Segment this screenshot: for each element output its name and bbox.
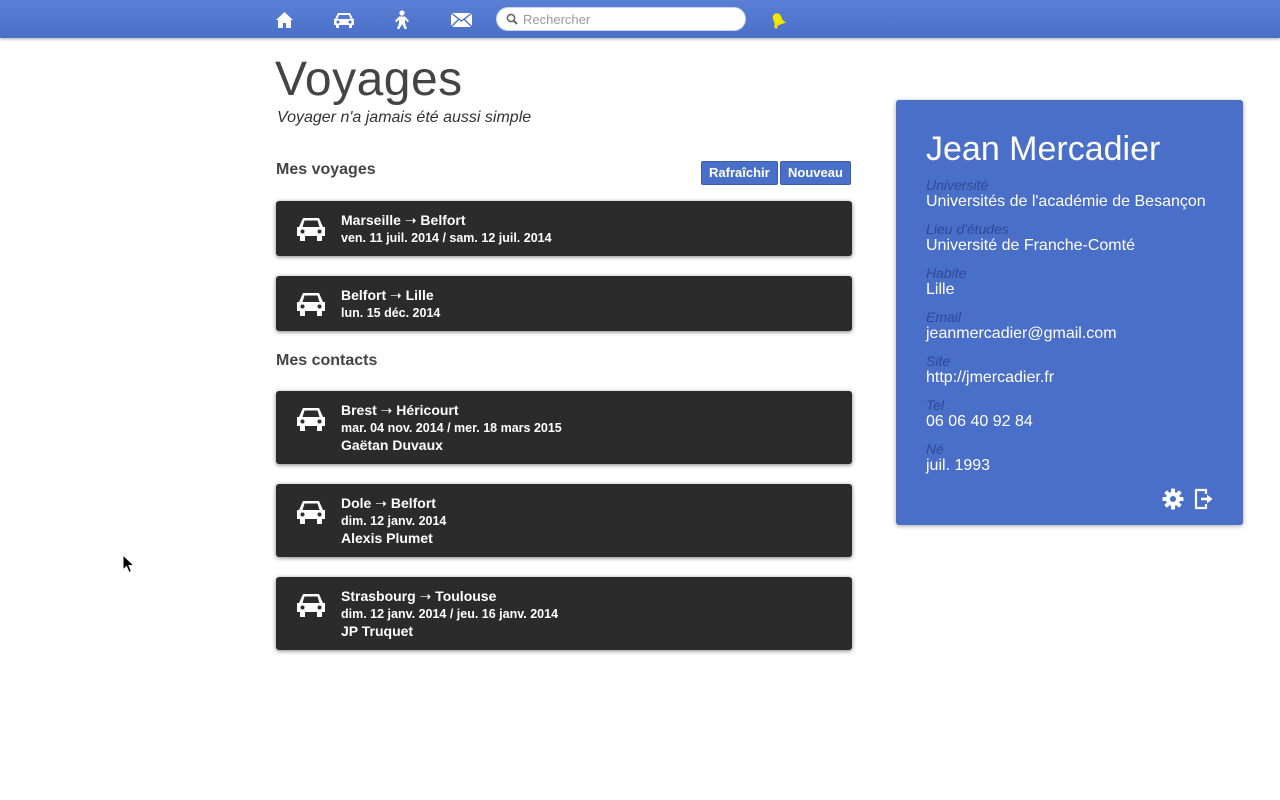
site-label: Site [926,353,951,369]
my-trips-heading: Mes voyages [276,161,376,178]
settings-gear-icon[interactable] [1162,488,1184,510]
my-contacts-heading: Mes contacts [276,352,378,369]
car-icon [297,218,325,241]
car-icon [297,501,325,524]
bell-icon[interactable] [769,9,787,31]
trip-card[interactable]: Marseille ➝ Belfort ven. 11 juil. 2014 /… [276,201,852,256]
email-label: Email [926,309,962,325]
contact-name: Gaëtan Duvaux [341,437,443,453]
birth-label: Né [926,441,944,457]
new-trip-button[interactable]: Nouveau [780,161,851,185]
person-icon[interactable] [393,9,411,31]
contact-trip-card[interactable]: Dole ➝ Belfort dim. 12 janv. 2014 Alexis… [276,484,852,557]
search-icon [506,13,518,25]
trip-route: Strasbourg ➝ Toulouse [341,588,497,604]
trip-dates: lun. 15 déc. 2014 [341,306,441,320]
lives-value: Lille [926,281,955,298]
contact-name: Alexis Plumet [341,530,433,546]
trip-dates: dim. 12 janv. 2014 [341,514,447,528]
top-navigation-bar [0,0,1280,38]
university-value: Universités de l'académie de Besançon [926,193,1206,210]
study-place-value: Université de Franche-Comté [926,237,1135,254]
car-icon[interactable] [333,9,355,31]
birth-value: juil. 1993 [926,457,991,474]
contact-name: JP Truquet [341,623,414,639]
study-place-label: Lieu d'études [926,221,1009,237]
trip-card[interactable]: Belfort ➝ Lille lun. 15 déc. 2014 [276,276,852,331]
car-icon [297,293,325,316]
trip-route: Dole ➝ Belfort [341,495,436,511]
phone-label: Tel [926,397,945,413]
profile-name: Jean Mercadier [926,130,1161,168]
trip-route: Marseille ➝ Belfort [341,212,466,228]
trip-dates: ven. 11 juil. 2014 / sam. 12 juil. 2014 [341,231,552,245]
trip-dates: mar. 04 nov. 2014 / mer. 18 mars 2015 [341,421,562,435]
trip-route: Belfort ➝ Lille [341,287,434,303]
car-icon [297,408,325,431]
trip-route: Brest ➝ Héricourt [341,402,459,418]
page-subtitle: Voyager n'a jamais été aussi simple [277,109,532,126]
contact-trip-card[interactable]: Strasbourg ➝ Toulouse dim. 12 janv. 2014… [276,577,852,650]
page-title: Voyages [275,53,463,106]
search-input[interactable] [523,10,733,28]
logout-icon[interactable] [1194,488,1214,510]
car-icon [297,594,325,617]
contact-trip-card[interactable]: Brest ➝ Héricourt mar. 04 nov. 2014 / me… [276,391,852,464]
profile-panel: Jean Mercadier Université Universités de… [896,100,1243,525]
home-icon[interactable] [275,9,294,31]
mouse-cursor-icon [122,554,136,574]
refresh-button[interactable]: Rafraîchir [701,161,778,185]
phone-value: 06 06 40 92 84 [926,413,1033,430]
search-box[interactable] [496,7,746,31]
site-value[interactable]: http://jmercadier.fr [926,369,1054,387]
mail-icon[interactable] [450,9,473,31]
email-value[interactable]: jeanmercadier@gmail.com [926,325,1117,343]
lives-label: Habite [926,265,967,281]
university-label: Université [926,177,989,193]
trip-dates: dim. 12 janv. 2014 / jeu. 16 janv. 2014 [341,607,559,621]
